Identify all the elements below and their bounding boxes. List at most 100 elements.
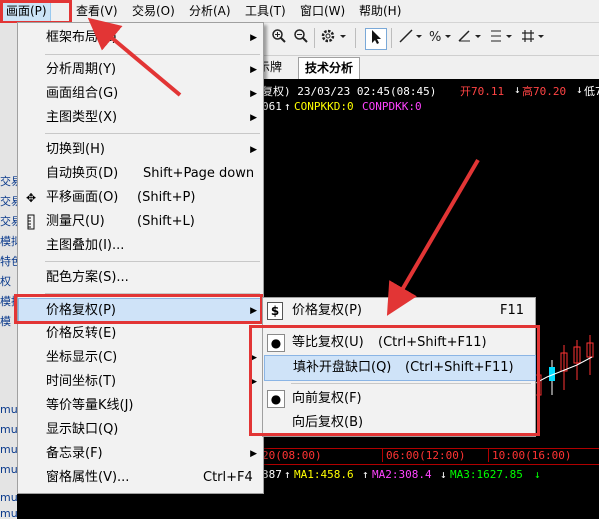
settings-icon[interactable] [319, 28, 349, 48]
left-panel-item[interactable]: 模拟 [0, 233, 17, 249]
menu-item-measure-ruler[interactable]: 测量尺(U) (Shift+L) [19, 210, 262, 234]
toolbar: % [262, 23, 599, 56]
chart-high-value: 高70.20 [522, 85, 567, 98]
time-label: 06:00(12:00) [386, 449, 466, 462]
fibonacci-icon[interactable] [457, 28, 483, 48]
left-panel-item[interactable]: mula [0, 463, 17, 476]
menu-item-label: 等价等量K线(J) [46, 398, 134, 413]
submenu-item-price-adjust[interactable]: $ 价格复权(P) F11 [264, 299, 534, 323]
menu-item-label: 平移画面(O) [46, 190, 119, 205]
left-panel-item[interactable]: 特色 [0, 253, 17, 269]
ruler-icon [23, 214, 39, 230]
menu-window[interactable]: 窗口(W) [297, 0, 348, 22]
menu-item-pan-picture[interactable]: ✥ 平移画面(O) (Shift+P) [19, 186, 262, 210]
left-panel-item[interactable]: 交易 [0, 173, 17, 189]
picture-menu-dropdown: 框架布局(K) ▶ 分析周期(Y) ▶ 画面组合(G) ▶ 主图类型(X) ▶ … [17, 22, 264, 494]
menu-analysis[interactable]: 分析(A) [186, 0, 234, 22]
left-panel-item[interactable]: mula5 [0, 491, 17, 504]
menu-item-time-axis[interactable]: 时间坐标(T) ▶ [19, 370, 262, 394]
menu-item-label: 坐标显示(C) [46, 350, 118, 365]
menu-item-label: 切换到(H) [46, 142, 105, 157]
menu-separator [45, 133, 260, 134]
menu-item-label: 配色方案(S)... [46, 270, 129, 285]
dollar-icon: $ [267, 302, 283, 320]
tab-technical-analysis[interactable]: 技术分析 [298, 57, 361, 79]
menu-item-picture-combo[interactable]: 画面组合(G) ▶ [19, 82, 262, 106]
menu-item-main-chart-overlay[interactable]: 主图叠加(I)... [19, 234, 262, 258]
menu-item-shortcut: (Shift+P) [137, 190, 196, 205]
left-panel: 交易 交易 交易 模拟 特色 权 模拟 模 mula mula mula mul… [0, 23, 17, 519]
svg-text:%: % [429, 30, 441, 44]
cursor-icon[interactable] [365, 28, 387, 50]
toolbar-separator [314, 28, 315, 48]
down-arrow-icon: ↓ [534, 468, 541, 481]
menu-item-label: 主图叠加(I)... [46, 238, 125, 253]
menu-item-main-chart-type[interactable]: 主图类型(X) ▶ [19, 106, 262, 130]
menu-help[interactable]: 帮助(H) [356, 0, 404, 22]
menu-item-memo[interactable]: 备忘录(F) ▶ [19, 442, 262, 466]
percent-icon[interactable]: % [427, 28, 453, 48]
submenu-item-label: 价格复权(P) [292, 303, 362, 318]
menu-item-equal-volume-kline[interactable]: 等价等量K线(J) [19, 394, 262, 418]
left-panel-item[interactable]: mula [0, 443, 17, 456]
left-panel-item[interactable]: mula6 [0, 507, 17, 519]
zoom-out-icon[interactable] [292, 28, 310, 48]
menu-item-show-gap[interactable]: 显示缺口(Q) [19, 418, 262, 442]
menu-item-label: 画面组合(G) [46, 86, 119, 101]
left-panel-item[interactable]: 交易 [0, 213, 17, 229]
time-axis-line [262, 464, 599, 465]
submenu-arrow-icon: ▶ [250, 33, 257, 43]
menu-view[interactable]: 查看(V) [73, 0, 121, 22]
menu-item-label: 显示缺口(Q) [46, 422, 119, 437]
move-arrows-icon: ✥ [25, 191, 37, 205]
submenu-arrow-icon: ▶ [250, 89, 257, 99]
menu-item-pane-properties[interactable]: 窗格属性(V)... Ctrl+F4 [19, 466, 262, 490]
up-arrow-icon: ↑ [284, 100, 291, 113]
conpdkk-value: CONPDKK:0 [362, 100, 422, 113]
menu-item-auto-page[interactable]: 自动换页(D) Shift+Page down [19, 162, 262, 186]
menu-tools[interactable]: 工具(T) [242, 0, 289, 22]
left-panel-item[interactable]: 交易 [0, 193, 17, 209]
menu-item-label: 测量尺(U) [46, 214, 105, 229]
menu-bar: 画面(P) 查看(V) 交易(O) 分析(A) 工具(T) 窗口(W) 帮助(H… [0, 0, 599, 23]
left-panel-item[interactable]: mula [0, 403, 17, 416]
line-tool-icon[interactable] [398, 28, 424, 48]
toolbar-separator [355, 28, 356, 48]
menu-item-coordinate-display[interactable]: 坐标显示(C) ▶ [19, 346, 262, 370]
down-arrow-icon: ↓ [440, 468, 447, 481]
list-icon[interactable] [488, 28, 514, 48]
menu-item-price-reverse[interactable]: 价格反转(E) [19, 322, 262, 346]
left-panel-item[interactable]: 权 [0, 273, 11, 289]
menu-item-shortcut: Ctrl+F4 [203, 470, 253, 485]
left-panel-item[interactable]: mula [0, 423, 17, 436]
menu-item-label: 价格反转(E) [46, 326, 117, 341]
submenu-arrow-icon: ▶ [250, 449, 257, 459]
tab-bar: 示牌 技术分析 [258, 56, 599, 79]
time-axis-tick [488, 448, 489, 462]
menu-item-color-scheme[interactable]: 配色方案(S)... [19, 266, 262, 290]
submenu-item-shortcut: F11 [500, 303, 525, 318]
left-panel-item[interactable]: 模 [0, 313, 11, 329]
menu-trade[interactable]: 交易(O) [129, 0, 178, 22]
submenu-arrow-icon: ▶ [250, 113, 257, 123]
toolbar-separator [391, 28, 392, 48]
chart-header-line: 复权) 23/03/23 02:45(08:45) [262, 85, 437, 98]
menu-item-frame-layout[interactable]: 框架布局(K) ▶ [19, 26, 262, 50]
menu-item-shortcut: (Shift+L) [137, 214, 195, 229]
ma3-value: MA3:1627.85 [450, 468, 523, 481]
menu-item-label: 备忘录(F) [46, 446, 103, 461]
time-axis-tick [382, 448, 383, 462]
annotation-box-price-adjust [14, 294, 263, 324]
menu-item-label: 框架布局(K) [46, 30, 117, 45]
candlestick-area [532, 335, 594, 405]
ma1-value: MA1:458.6 [294, 468, 354, 481]
menu-item-shortcut: Shift+Page down [143, 166, 255, 181]
menu-item-analysis-period[interactable]: 分析周期(Y) ▶ [19, 58, 262, 82]
menu-item-switch-to[interactable]: 切换到(H) ▶ [19, 138, 262, 162]
zoom-in-icon[interactable] [270, 28, 288, 48]
chart-low-value: 低7 [584, 85, 599, 98]
submenu-arrow-icon: ▶ [250, 65, 257, 75]
grid-icon[interactable] [520, 28, 546, 48]
menu-separator [45, 54, 260, 55]
menu-item-label: 主图类型(X) [46, 110, 118, 125]
